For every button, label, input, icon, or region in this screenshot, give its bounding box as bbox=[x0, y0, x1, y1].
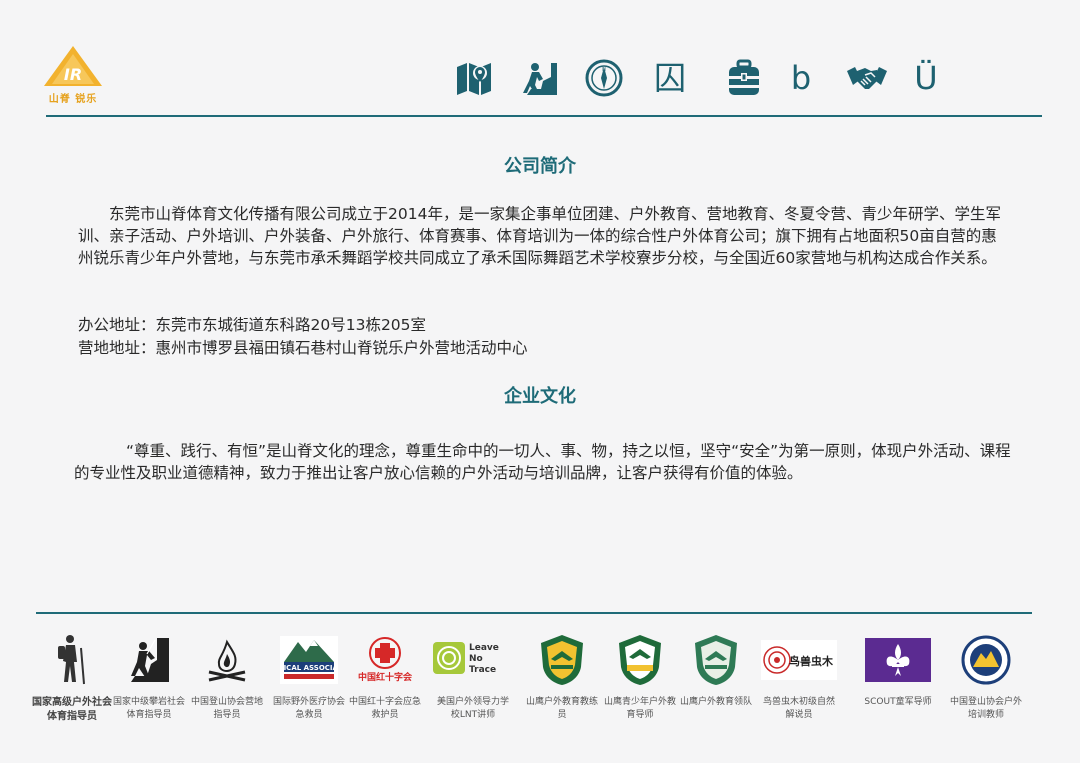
rock-climber-icon bbox=[131, 638, 169, 682]
certification-badges: 国家高级户外社会体育指导员 国家中级攀岩社会体育指导员 中国登山协会营地指导员 bbox=[32, 630, 1036, 755]
badge-caption: 山鹰户外教育教练员 bbox=[525, 697, 598, 720]
badge-item: 中国登山协会营地指导员 bbox=[187, 630, 267, 722]
map-icon bbox=[457, 63, 491, 95]
badge-item: MEDICAL ASSOCIATES 国际野外医疗协会急救员 bbox=[269, 630, 349, 722]
office-address: 办公地址：东莞市东城街道东科路20号13栋205室 bbox=[78, 316, 427, 334]
red-cross-logo: 中国红十字会 bbox=[358, 637, 413, 683]
svg-text:鸟兽虫木: 鸟兽虫木 bbox=[789, 654, 834, 668]
badge-item: Leave No Trace 美国户外领导力学校LNT讲师 bbox=[433, 630, 513, 722]
eagle-badge-logo bbox=[541, 635, 583, 685]
svg-text:No: No bbox=[469, 654, 483, 664]
nav-compass[interactable]: N bbox=[582, 56, 626, 100]
handshake-icon bbox=[847, 67, 887, 89]
nav-u-umlaut[interactable]: Ü bbox=[904, 56, 948, 100]
badge-item: SCOUT童军导师 bbox=[858, 630, 938, 709]
badge-caption: 山鹰青少年户外教育导师 bbox=[603, 697, 676, 720]
badge-caption: 国家高级户外社会体育指导员 bbox=[32, 697, 112, 722]
climber-icon bbox=[523, 63, 557, 95]
nav-tent[interactable]: 囚 bbox=[648, 56, 692, 100]
footer-divider bbox=[36, 612, 1032, 614]
medical-associates-logo: MEDICAL ASSOCIATES bbox=[280, 636, 338, 684]
badge-item: 山鹰青少年户外教育导师 bbox=[600, 630, 680, 722]
nav-backpack[interactable] bbox=[722, 56, 766, 100]
badge-caption: 国家中级攀岩社会体育指导员 bbox=[112, 697, 185, 720]
culture-title: 企业文化 bbox=[504, 386, 576, 407]
hiker-icon bbox=[58, 635, 85, 685]
badge-caption: 中国红十字会应急救护员 bbox=[348, 697, 421, 720]
svg-text:MEDICAL ASSOCIATES: MEDICAL ASSOCIATES bbox=[280, 664, 338, 672]
svg-text:N: N bbox=[602, 67, 606, 73]
b-letter-icon: b bbox=[790, 59, 812, 97]
badge-caption: 美国户外领导力学校LNT讲师 bbox=[436, 697, 509, 720]
svg-text:IR: IR bbox=[64, 65, 82, 84]
u-umlaut-icon: Ü bbox=[914, 59, 938, 97]
svg-text:Leave: Leave bbox=[469, 643, 499, 653]
svg-text:中国红十字会: 中国红十字会 bbox=[358, 671, 413, 683]
badge-item: 中国红十字会 中国红十字会应急救护员 bbox=[345, 630, 425, 722]
nav-handshake[interactable] bbox=[845, 56, 889, 100]
campfire-icon bbox=[208, 639, 246, 682]
logo-caption: 山脊 锐乐 bbox=[48, 94, 98, 105]
culture-text: “尊重、践行、有恒”是山脊文化的理念，尊重生命中的一切人、事、物，持之以恒，坚守… bbox=[74, 442, 1011, 482]
scout-logo bbox=[865, 638, 931, 682]
badge-caption: 国际野外医疗协会急救员 bbox=[272, 697, 345, 720]
compass-icon: N bbox=[585, 59, 623, 97]
badge-caption: 山鹰户外教育领队 bbox=[679, 697, 752, 707]
badge-caption: 中国登山协会营地指导员 bbox=[190, 697, 263, 720]
badge-item: 国家中级攀岩社会体育指导员 bbox=[109, 630, 189, 722]
intro-text: 东莞市山脊体育文化传播有限公司成立于2014年，是一家集企事单位团建、户外教育、… bbox=[78, 205, 1001, 267]
badge-caption: 鸟兽虫木初级自然解说员 bbox=[762, 697, 835, 720]
logo-mountain-icon: IR bbox=[44, 46, 102, 86]
camp-address: 营地地址：惠州市博罗县福田镇石巷村山脊锐乐户外营地活动中心 bbox=[78, 339, 528, 357]
svg-text:Trace: Trace bbox=[469, 665, 496, 675]
company-logo[interactable]: IR 山脊 锐乐 bbox=[42, 44, 104, 105]
badge-caption: SCOUT童军导师 bbox=[864, 697, 932, 707]
badge-item: 山鹰户外教育领队 bbox=[676, 630, 756, 709]
intro-title: 公司简介 bbox=[504, 156, 576, 177]
backpack-icon bbox=[729, 59, 759, 95]
cma-logo bbox=[961, 635, 1011, 685]
nav-climbing[interactable] bbox=[518, 56, 562, 100]
niaoshou-chongmu-logo: 鸟兽虫木 bbox=[761, 640, 837, 680]
badge-item: 鸟兽虫木 鸟兽虫木初级自然解说员 bbox=[759, 630, 839, 722]
nav-b[interactable]: b bbox=[779, 56, 823, 100]
tent-icon: 囚 bbox=[653, 59, 686, 97]
eagle-youth-badge-logo bbox=[619, 635, 661, 685]
header-divider bbox=[46, 115, 1042, 117]
nav-map[interactable] bbox=[452, 56, 496, 100]
leave-no-trace-logo: Leave No Trace bbox=[433, 642, 499, 675]
badge-item: 山鹰户外教育教练员 bbox=[522, 630, 602, 722]
badge-caption: 中国登山协会户外培训教师 bbox=[949, 697, 1022, 720]
eagle-leader-badge-logo bbox=[695, 635, 737, 685]
badge-item: 中国登山协会户外培训教师 bbox=[946, 630, 1026, 722]
badge-item: 国家高级户外社会体育指导员 bbox=[32, 630, 112, 724]
